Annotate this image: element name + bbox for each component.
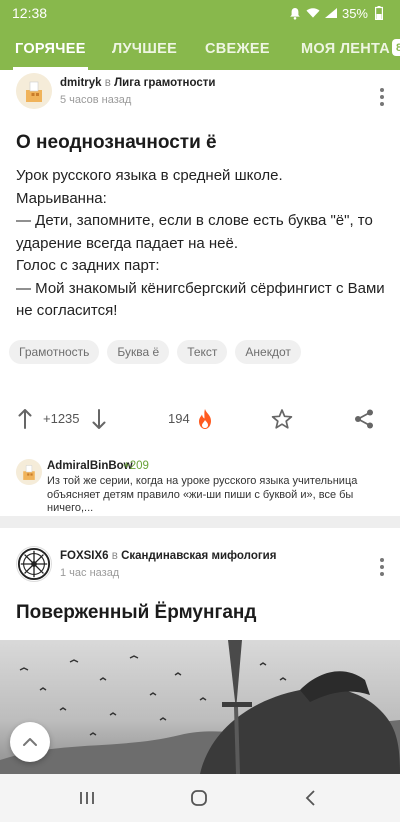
post-title[interactable]: О неоднозначности ё (16, 132, 217, 154)
author-line: FOXSIX6 в Скандинавская мифология (60, 550, 276, 562)
community-name[interactable]: Лига грамотности (114, 77, 215, 89)
tab-fresh[interactable]: СВЕЖЕЕ (205, 41, 270, 70)
tag[interactable]: Текст (177, 340, 228, 364)
battery-percent: 35% (341, 5, 368, 21)
post-card: FOXSIX6 в Скандинавская мифология 1 час … (0, 528, 400, 640)
post-body-line: — Дети, запомните, если в слове есть бук… (16, 212, 373, 252)
tab-my-feed[interactable]: МОЯ ЛЕНТА (301, 41, 390, 70)
avatar[interactable] (16, 546, 52, 582)
upvote-icon[interactable] (14, 407, 36, 431)
post-divider (0, 516, 400, 528)
recent-apps-icon[interactable] (73, 784, 101, 812)
signal-icon (324, 6, 338, 20)
fire-icon[interactable] (194, 406, 216, 432)
tag[interactable]: Буква ё (107, 340, 170, 364)
comments-count[interactable]: 194 (168, 411, 190, 426)
battery-icon (372, 6, 386, 20)
scroll-to-top-button[interactable] (10, 722, 50, 762)
home-icon[interactable] (185, 784, 213, 812)
avatar[interactable] (16, 73, 52, 109)
more-options-icon[interactable] (380, 88, 384, 106)
comment-avatar[interactable] (16, 459, 42, 485)
tab-best[interactable]: ЛУЧШЕЕ (112, 41, 177, 70)
notification-icon (288, 6, 302, 20)
author-name[interactable]: FOXSIX6 (60, 550, 109, 562)
feed-tabs: ГОРЯЧЕЕ ЛУЧШЕЕ СВЕЖЕЕ МОЯ ЛЕНТА 8 (0, 26, 400, 70)
back-icon[interactable] (297, 784, 325, 812)
wifi-icon (306, 6, 320, 20)
post-body-line: Марьиванна: (16, 189, 107, 207)
status-bar: 12:38 35% (0, 0, 400, 26)
rating: +1235 (43, 411, 80, 426)
post-title[interactable]: Поверженный Ёрмунганд (16, 602, 256, 624)
status-icons: 35% (288, 6, 386, 21)
post-body: Урок русского языка в средней школе. Мар… (16, 165, 388, 323)
post-image[interactable] (0, 640, 400, 774)
top-comment[interactable]: AdmiralBinBow +209 Из той же серии, когд… (0, 450, 400, 514)
comment-author[interactable]: AdmiralBinBow (47, 460, 133, 472)
in-word: в (111, 550, 118, 562)
post-time: 1 час назад (60, 567, 120, 579)
more-options-icon[interactable] (380, 558, 384, 576)
downvote-icon[interactable] (88, 407, 110, 431)
tab-counter-badge: 8 (392, 39, 400, 56)
system-navigation-bar (0, 774, 400, 822)
tag[interactable]: Грамотность (9, 340, 100, 364)
star-icon[interactable] (270, 407, 294, 431)
comment-score: +209 (123, 460, 149, 472)
post-card: dmitryk в Лига грамотности 5 часов назад… (0, 70, 400, 516)
post-body-line: Урок русского языка в средней школе. (16, 167, 283, 184)
tag-list: Грамотность Буква ё Текст Анекдот (9, 340, 301, 364)
tab-hot[interactable]: ГОРЯЧЕЕ (13, 41, 88, 70)
status-time: 12:38 (12, 5, 48, 21)
in-word: в (104, 77, 111, 89)
author-line: dmitryk в Лига грамотности (60, 77, 215, 89)
share-icon[interactable] (352, 407, 376, 431)
post-time: 5 часов назад (60, 94, 132, 106)
post-body-line: Голос с задних парт: (16, 257, 160, 274)
author-name[interactable]: dmitryk (60, 77, 102, 89)
comment-text: Из той же серии, когда на уроке русского… (47, 475, 358, 514)
post-actions: +1235 194 (0, 402, 400, 436)
tag[interactable]: Анекдот (235, 340, 301, 364)
post-body-line: — Мой знакомый кёнигсбергский сёрфингист… (16, 279, 385, 320)
community-name[interactable]: Скандинавская мифология (121, 550, 276, 562)
